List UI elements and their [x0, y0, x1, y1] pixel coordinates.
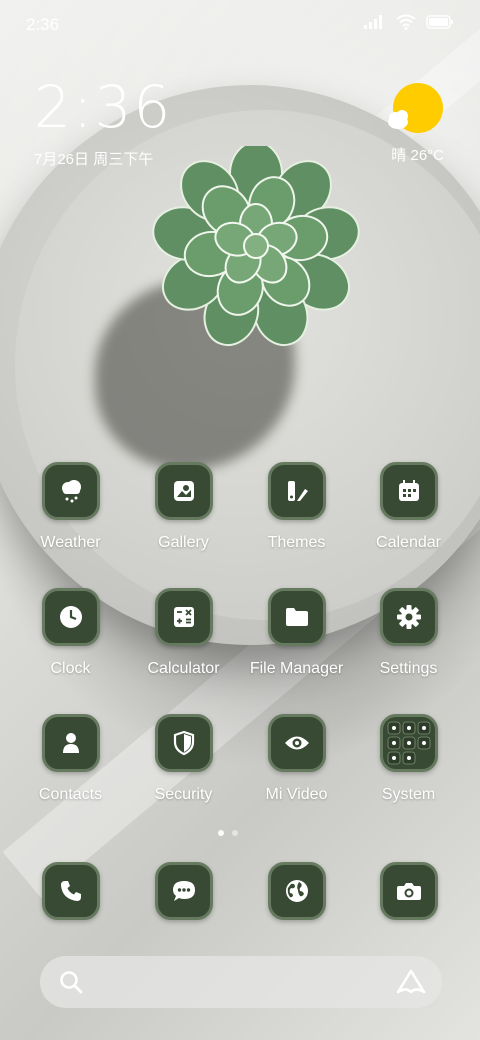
camera-icon	[396, 883, 421, 900]
app-label: Weather	[40, 534, 101, 551]
page-dot	[232, 830, 238, 836]
weather-widget[interactable]: 晴 26°C	[386, 82, 444, 165]
image-icon	[173, 481, 194, 501]
page-indicator	[218, 830, 238, 836]
app-security[interactable]: Security	[127, 714, 240, 804]
signal-icon	[364, 15, 382, 29]
person-icon	[62, 733, 79, 753]
eye-icon	[284, 736, 309, 750]
app-calendar[interactable]: Calendar	[352, 462, 465, 552]
dock-phone[interactable]	[14, 862, 127, 920]
app-file-manager[interactable]: File Manager	[240, 588, 353, 678]
app-mi-video[interactable]: Mi Video	[240, 714, 353, 804]
app-system-folder[interactable]: System	[352, 714, 465, 804]
assistant-icon[interactable]	[396, 969, 426, 995]
phone-icon	[60, 881, 81, 901]
app-label: Themes	[267, 534, 326, 551]
app-label: Clock	[50, 660, 91, 677]
app-label: Settings	[379, 660, 438, 677]
app-settings[interactable]: Settings	[352, 588, 465, 678]
search-bar[interactable]	[40, 956, 442, 1008]
app-clock[interactable]: Clock	[14, 588, 127, 678]
app-label: Calculator	[147, 660, 220, 677]
app-gallery[interactable]: Gallery	[127, 462, 240, 552]
widget-date: 7月26日 周三下午	[34, 151, 154, 168]
succulent-plant	[152, 146, 360, 347]
wifi-icon	[396, 14, 416, 30]
gear-icon	[396, 605, 421, 629]
page-dot-active	[218, 830, 224, 836]
status-bar: 2:36	[0, 0, 480, 50]
app-calculator[interactable]: Calculator	[127, 588, 240, 678]
status-time: 2:36	[26, 15, 60, 34]
calculator-icon	[173, 607, 194, 627]
weather-condition: 晴	[391, 147, 407, 164]
app-label: Calendar	[376, 534, 441, 551]
app-label: Gallery	[158, 534, 209, 551]
battery-icon	[426, 15, 453, 29]
dock-browser[interactable]	[240, 862, 353, 920]
folder-icon	[285, 608, 308, 626]
dock-camera[interactable]	[352, 862, 465, 920]
clock-widget[interactable]: 2:36 7月26日 周三下午	[34, 78, 172, 169]
app-themes[interactable]: Themes	[240, 462, 353, 552]
brush-icon	[287, 481, 308, 501]
app-label: File Manager	[249, 660, 344, 677]
app-contacts[interactable]: Contacts	[14, 714, 127, 804]
app-label: System	[381, 786, 436, 803]
globe-icon	[285, 880, 308, 902]
app-weather[interactable]: Weather	[14, 462, 127, 552]
widget-time: 2:36	[34, 73, 173, 141]
search-icon[interactable]	[58, 969, 84, 995]
shield-icon	[173, 730, 194, 756]
cloud-snow-icon	[61, 480, 81, 503]
app-label: Security	[154, 786, 213, 803]
clock-icon	[59, 606, 82, 628]
app-label: Mi Video	[265, 786, 328, 803]
folder-grid-icon	[387, 721, 430, 765]
calendar-icon	[398, 480, 419, 501]
sun-cloud-icon	[388, 83, 443, 133]
dock-messages[interactable]	[127, 862, 240, 920]
app-label: Contacts	[38, 786, 103, 803]
weather-temperature: 26°C	[410, 147, 444, 164]
chat-icon	[172, 881, 195, 901]
